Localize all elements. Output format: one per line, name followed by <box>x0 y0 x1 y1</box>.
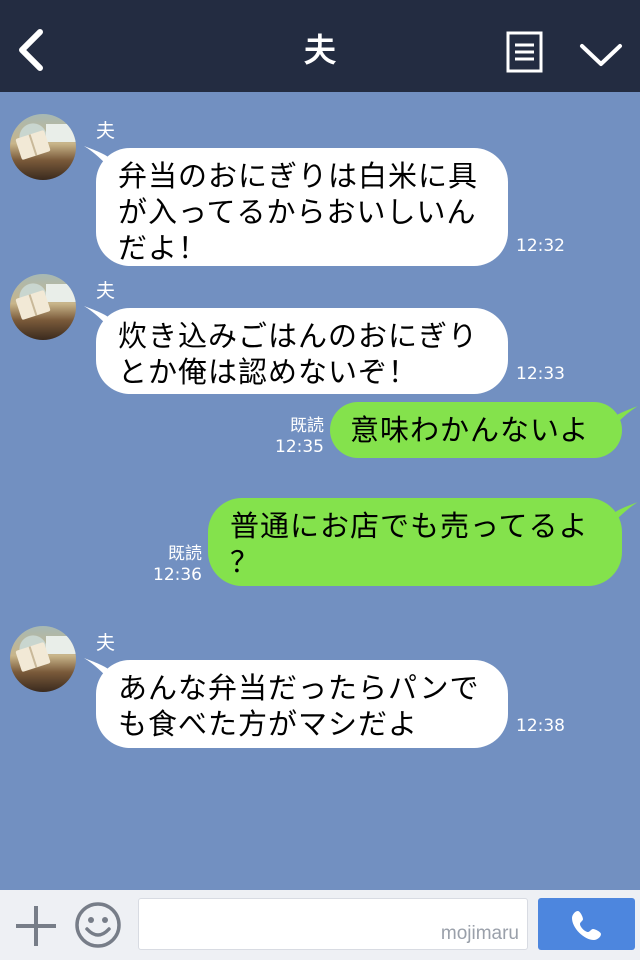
message-bubble[interactable]: 弁当のおにぎりは白米に具 が入ってるからおいしいん だよ！ <box>96 148 508 266</box>
message-time: 12:36 <box>153 565 202 585</box>
avatar[interactable] <box>10 626 76 692</box>
read-status: 既読 12:36 <box>146 544 202 586</box>
chat-area[interactable]: 夫 弁当のおにぎりは白米に具 が入ってるからおいしいん だよ！ 12:32 夫 … <box>0 92 640 890</box>
read-status: 既読 12:35 <box>268 416 324 458</box>
sender-name: 夫 <box>96 120 116 142</box>
message-time: 12:33 <box>516 364 565 384</box>
message-time: 12:38 <box>516 716 565 736</box>
message-time: 12:32 <box>516 236 565 256</box>
bubble-tail <box>610 406 638 430</box>
bubble-tail <box>610 502 638 526</box>
avatar[interactable] <box>10 274 76 340</box>
avatar[interactable] <box>10 114 76 180</box>
phone-icon <box>572 911 601 940</box>
plus-icon[interactable] <box>14 904 58 948</box>
message-bubble[interactable]: 炊き込みごはんのおにぎり とか俺は認めないぞ！ <box>96 308 508 394</box>
read-label: 既読 <box>168 544 202 564</box>
chat-header: 夫 <box>0 0 640 92</box>
message-input[interactable]: mojimaru <box>138 898 528 950</box>
smiley-icon[interactable] <box>74 901 122 949</box>
read-label: 既読 <box>290 416 324 436</box>
message-bubble[interactable]: 普通にお店でも売ってるよ ？ <box>208 498 622 586</box>
sender-name: 夫 <box>96 632 116 654</box>
chevron-down-icon[interactable] <box>578 36 624 70</box>
sender-name: 夫 <box>96 280 116 302</box>
message-input-bar: mojimaru <box>0 890 640 960</box>
message-bubble[interactable]: あんな弁当だったらパンで も食べた方がマシだよ <box>96 660 508 748</box>
note-icon[interactable] <box>506 31 543 73</box>
message-bubble[interactable]: 意味わかんないよ <box>330 402 622 458</box>
chat-title: 夫 <box>303 31 336 69</box>
message-time: 12:35 <box>275 437 324 457</box>
watermark-text: mojimaru <box>440 923 519 944</box>
call-button[interactable] <box>538 898 635 950</box>
